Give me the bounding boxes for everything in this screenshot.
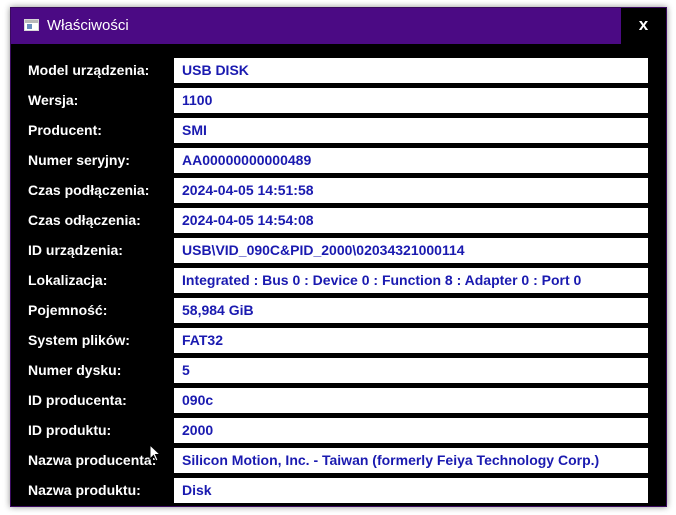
- property-row-vendor-name: Nazwa producenta: Silicon Motion, Inc. -…: [11, 448, 666, 474]
- property-label: Czas podłączenia:: [28, 182, 150, 198]
- property-value-field[interactable]: 5: [174, 358, 648, 383]
- property-value-field[interactable]: USB\VID_090C&PID_2000\02034321000114: [174, 238, 648, 263]
- title-bar[interactable]: Właściwości x: [11, 8, 666, 44]
- property-value-field[interactable]: 2000: [174, 418, 648, 443]
- property-row-capacity: Pojemność: 58,984 GiB: [11, 298, 666, 324]
- properties-window: Właściwości x Model urządzenia: USB DISK…: [10, 7, 667, 507]
- property-value-field[interactable]: FAT32: [174, 328, 648, 353]
- property-value-field[interactable]: 090c: [174, 388, 648, 413]
- property-label: Wersja:: [28, 92, 79, 108]
- property-value-field[interactable]: 58,984 GiB: [174, 298, 648, 323]
- property-label: Numer seryjny:: [28, 152, 130, 168]
- property-label: ID producenta:: [28, 392, 127, 408]
- property-row-model: Model urządzenia: USB DISK: [11, 58, 666, 84]
- property-label: Nazwa producenta:: [28, 452, 157, 468]
- property-value-field[interactable]: USB DISK: [174, 58, 648, 83]
- property-row-disk-number: Numer dysku: 5: [11, 358, 666, 384]
- close-button[interactable]: x: [621, 8, 666, 44]
- property-row-disconnect-time: Czas odłączenia: 2024-04-05 14:54:08: [11, 208, 666, 234]
- property-row-manufacturer: Producent: SMI: [11, 118, 666, 144]
- property-row-version: Wersja: 1100: [11, 88, 666, 114]
- property-row-product-name: Nazwa produktu: Disk: [11, 478, 666, 504]
- property-label: Pojemność:: [28, 302, 108, 318]
- property-label: Czas odłączenia:: [28, 212, 141, 228]
- property-row-file-system: System plików: FAT32: [11, 328, 666, 354]
- property-value-field[interactable]: 2024-04-05 14:51:58: [174, 178, 648, 203]
- property-row-product-id: ID produktu: 2000: [11, 418, 666, 444]
- mouse-pointer-icon: [149, 444, 161, 462]
- property-label: System plików:: [28, 332, 130, 348]
- property-row-connect-time: Czas podłączenia: 2024-04-05 14:51:58: [11, 178, 666, 204]
- property-label: Numer dysku:: [28, 362, 122, 378]
- property-value-field[interactable]: Integrated : Bus 0 : Device 0 : Function…: [174, 268, 648, 293]
- window-title: Właściwości: [47, 17, 129, 34]
- property-value-field[interactable]: 2024-04-05 14:54:08: [174, 208, 648, 233]
- window-app-icon: [24, 19, 39, 31]
- property-label: Producent:: [28, 122, 102, 138]
- property-row-serial: Numer seryjny: AA00000000000489: [11, 148, 666, 174]
- property-label: Lokalizacja:: [28, 272, 108, 288]
- property-label: Nazwa produktu:: [28, 482, 141, 498]
- property-label: Model urządzenia:: [28, 62, 150, 78]
- property-row-vendor-id: ID producenta: 090c: [11, 388, 666, 414]
- property-value-field[interactable]: AA00000000000489: [174, 148, 648, 173]
- property-value-field[interactable]: Silicon Motion, Inc. - Taiwan (formerly …: [174, 448, 648, 473]
- property-label: ID urządzenia:: [28, 242, 123, 258]
- property-value-field[interactable]: SMI: [174, 118, 648, 143]
- property-value-field[interactable]: 1100: [174, 88, 648, 113]
- property-label: ID produktu:: [28, 422, 112, 438]
- property-row-location: Lokalizacja: Integrated : Bus 0 : Device…: [11, 268, 666, 294]
- property-value-field[interactable]: Disk: [174, 478, 648, 503]
- property-row-device-id: ID urządzenia: USB\VID_090C&PID_2000\020…: [11, 238, 666, 264]
